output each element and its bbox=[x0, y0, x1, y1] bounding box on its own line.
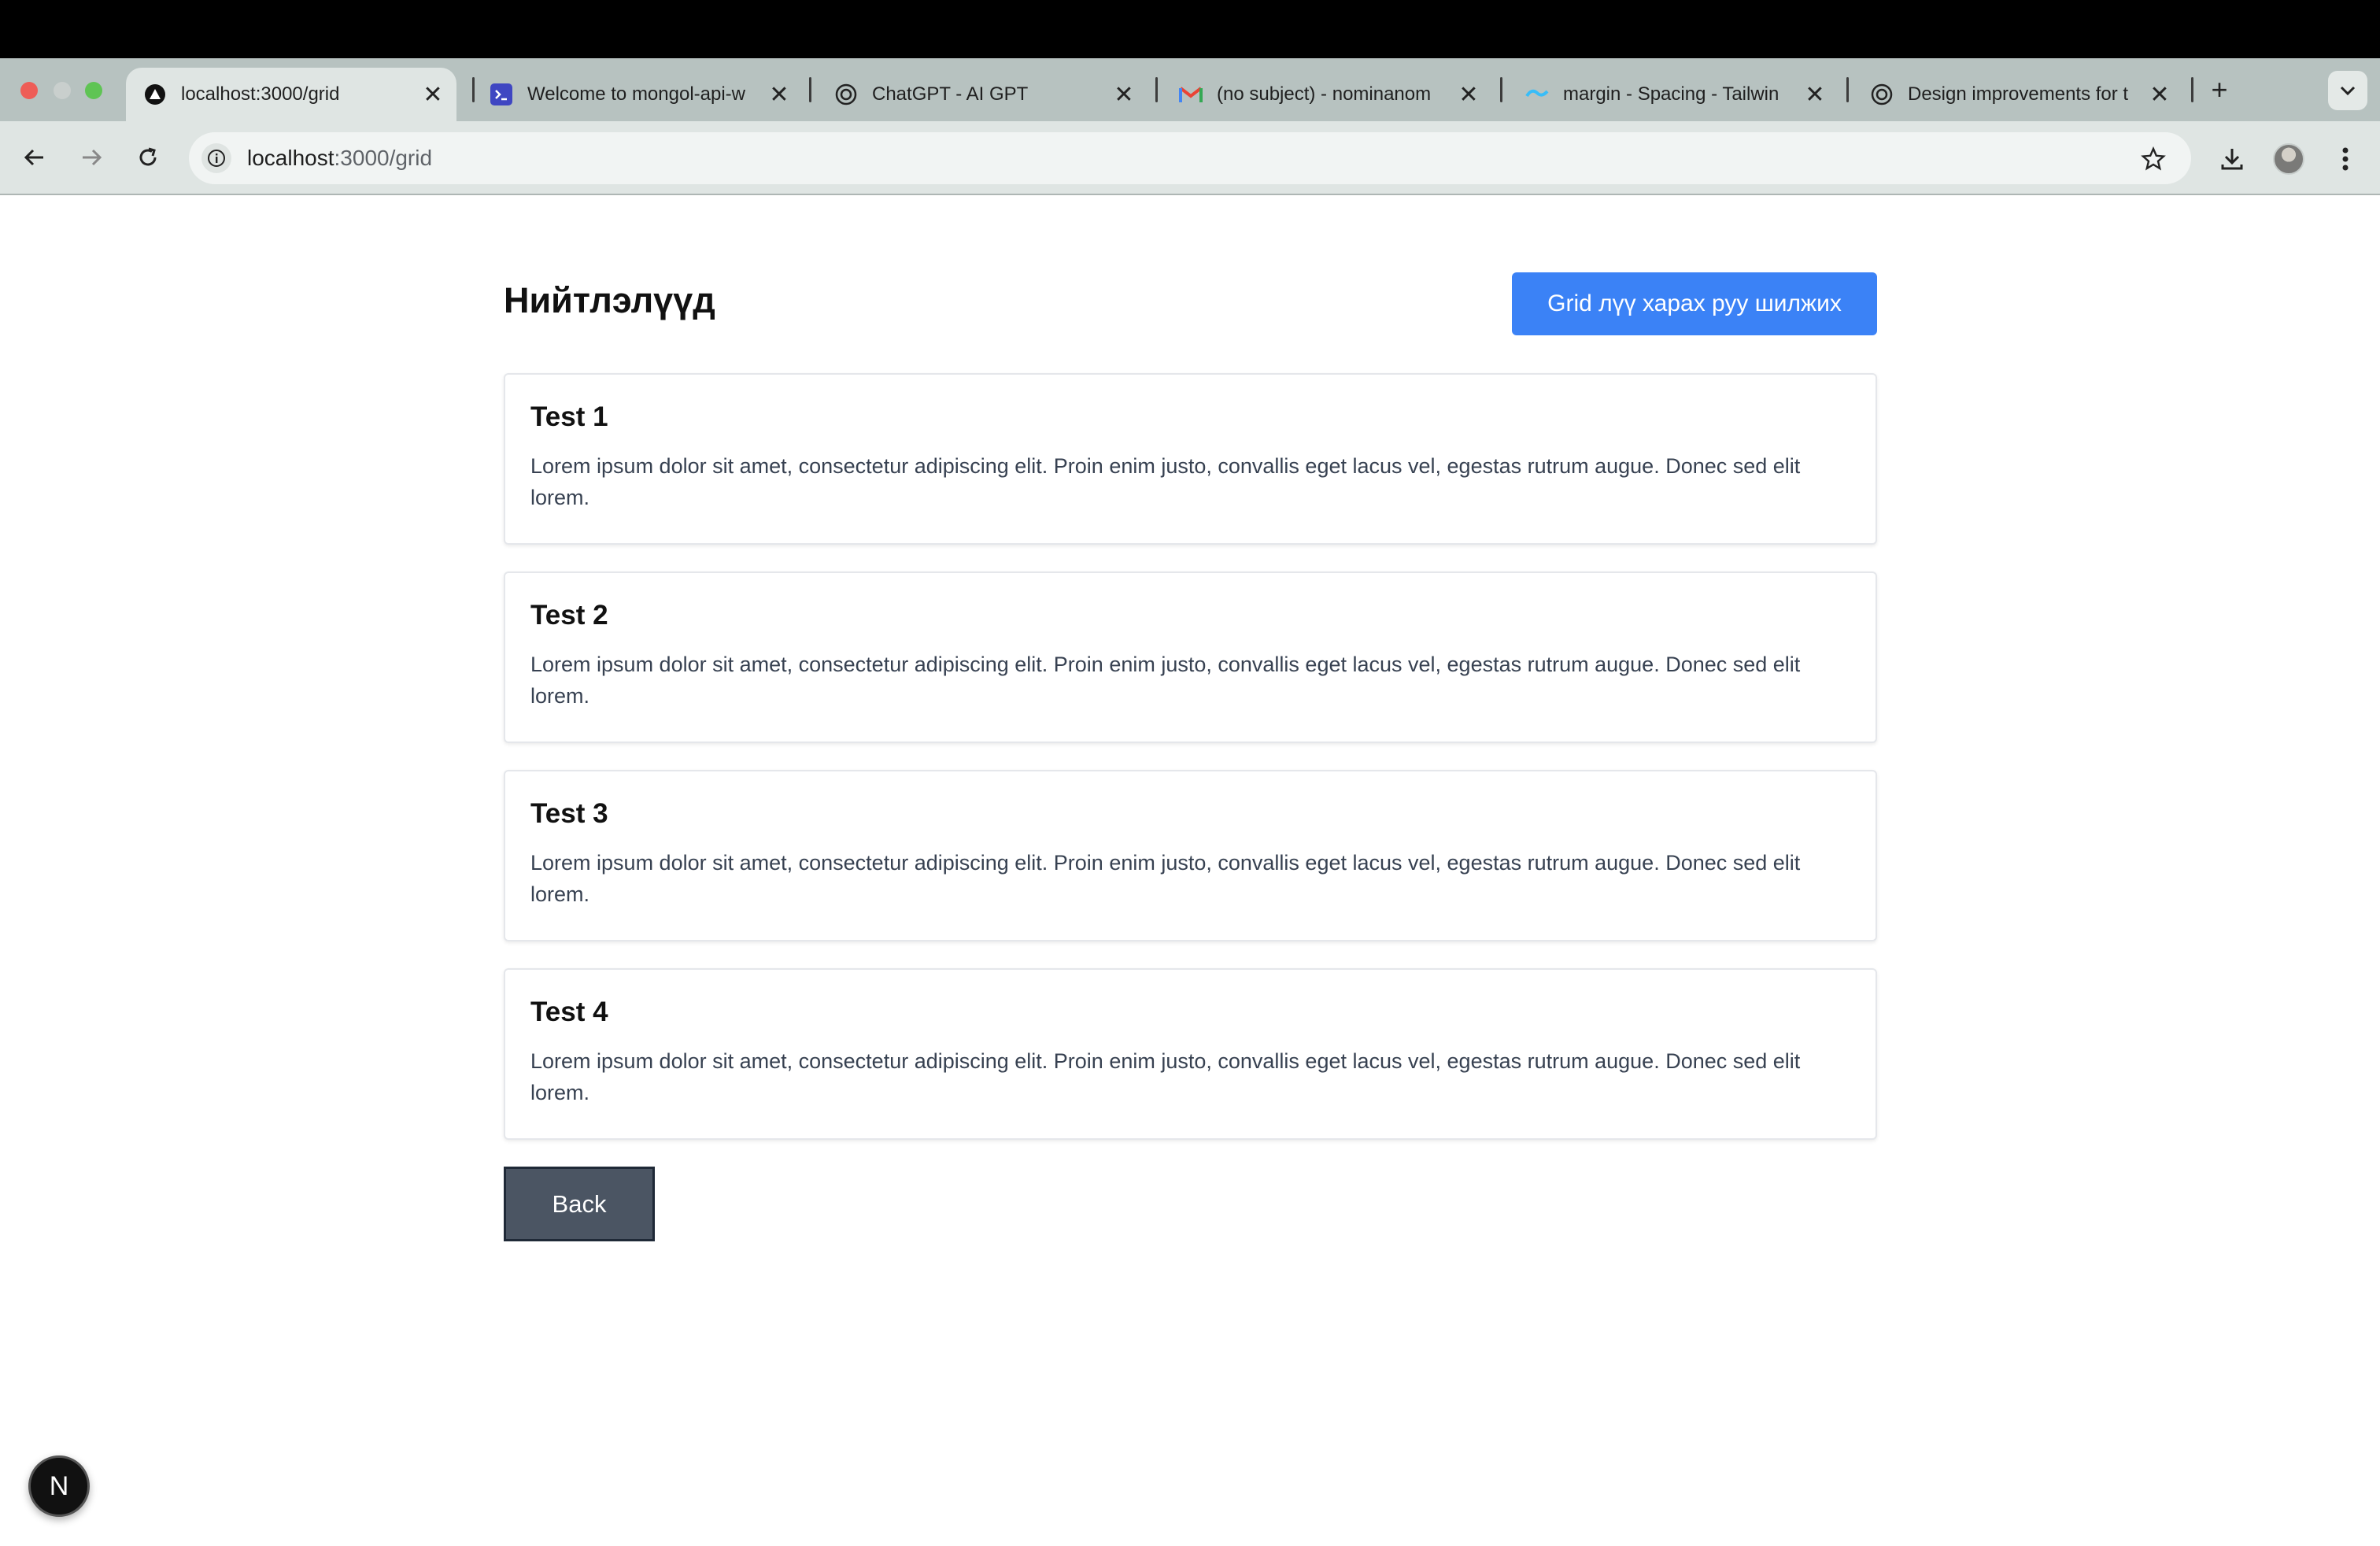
terminal-icon bbox=[490, 83, 513, 106]
close-icon[interactable]: ✕ bbox=[768, 81, 790, 109]
back-nav-button[interactable] bbox=[17, 140, 52, 175]
post-card: Test 1 Lorem ipsum dolor sit amet, conse… bbox=[504, 373, 1877, 545]
minimize-window-button[interactable] bbox=[54, 82, 71, 99]
post-body: Lorem ipsum dolor sit amet, consectetur … bbox=[530, 653, 1801, 708]
downloads-button[interactable] bbox=[2215, 142, 2249, 176]
close-icon[interactable]: ✕ bbox=[422, 81, 444, 109]
tab-design-improvements[interactable]: Design improvements for t ✕ bbox=[1853, 68, 2183, 121]
url-path: :3000/grid bbox=[334, 146, 433, 170]
tab-title: ChatGPT - AI GPT bbox=[872, 83, 1029, 105]
tab-title: localhost:3000/grid bbox=[181, 83, 340, 105]
reload-icon bbox=[139, 147, 157, 166]
tab-separator bbox=[1155, 77, 1158, 102]
tailwind-icon bbox=[1525, 83, 1549, 106]
kebab-menu-icon bbox=[2342, 147, 2349, 171]
close-icon[interactable]: ✕ bbox=[2149, 81, 2171, 109]
chevron-down-icon bbox=[2340, 86, 2356, 96]
maximize-window-button[interactable] bbox=[85, 82, 102, 99]
post-card: Test 3 Lorem ipsum dolor sit amet, conse… bbox=[504, 770, 1877, 941]
grid-view-button[interactable]: Grid лүү харах руу шилжих bbox=[1512, 272, 1877, 335]
back-button[interactable]: Back bbox=[504, 1167, 655, 1241]
arrow-right-icon bbox=[83, 149, 102, 166]
post-body: Lorem ipsum dolor sit amet, consectetur … bbox=[530, 1049, 1801, 1104]
tab-title: Welcome to mongol-api-w bbox=[527, 83, 745, 105]
tab-localhost-grid[interactable]: localhost:3000/grid ✕ bbox=[126, 68, 456, 121]
gmail-icon bbox=[1179, 83, 1203, 106]
browser-menu-button[interactable] bbox=[2328, 142, 2363, 176]
post-title: Test 4 bbox=[530, 997, 608, 1027]
post-title: Test 3 bbox=[530, 798, 608, 829]
post-card: Test 4 Lorem ipsum dolor sit amet, conse… bbox=[504, 968, 1877, 1140]
arrow-left-icon bbox=[24, 149, 43, 166]
post-body: Lorem ipsum dolor sit amet, consectetur … bbox=[530, 454, 1801, 509]
close-icon[interactable]: ✕ bbox=[1113, 81, 1135, 109]
tab-separator bbox=[2191, 77, 2193, 102]
download-icon bbox=[2221, 149, 2243, 170]
tab-separator bbox=[1846, 77, 1849, 102]
tab-title: margin - Spacing - Tailwin bbox=[1563, 83, 1779, 105]
tab-gmail[interactable]: (no subject) - nominanom ✕ bbox=[1162, 68, 1492, 121]
openai-icon bbox=[1870, 83, 1894, 106]
nextjs-dev-indicator[interactable]: N bbox=[28, 1455, 90, 1517]
tab-separator bbox=[809, 77, 811, 102]
close-window-button[interactable] bbox=[20, 82, 38, 99]
triangle-icon bbox=[143, 83, 167, 106]
info-icon bbox=[208, 150, 225, 167]
os-menu-bar bbox=[0, 0, 2380, 58]
tab-tailwind[interactable]: margin - Spacing - Tailwin ✕ bbox=[1508, 68, 1839, 121]
new-tab-button[interactable]: + bbox=[2204, 72, 2235, 107]
site-info-button[interactable] bbox=[201, 143, 231, 173]
tab-title: Design improvements for t bbox=[1908, 83, 2129, 105]
post-card: Test 2 Lorem ipsum dolor sit amet, conse… bbox=[504, 571, 1877, 743]
post-title: Test 2 bbox=[530, 600, 608, 631]
bookmark-button[interactable] bbox=[2136, 142, 2171, 176]
forward-nav-button[interactable] bbox=[74, 140, 109, 175]
close-icon[interactable]: ✕ bbox=[1804, 81, 1826, 109]
url-host: localhost bbox=[247, 146, 334, 170]
tab-mongol-api[interactable]: Welcome to mongol-api-w ✕ bbox=[472, 68, 803, 121]
post-body: Lorem ipsum dolor sit amet, consectetur … bbox=[530, 851, 1801, 906]
tab-chatgpt[interactable]: ChatGPT - AI GPT ✕ bbox=[817, 68, 1148, 121]
post-title: Test 1 bbox=[530, 401, 608, 432]
star-icon bbox=[2141, 146, 2166, 171]
page-title: Нийтлэлүүд bbox=[504, 280, 715, 320]
openai-icon bbox=[834, 83, 858, 106]
profile-avatar[interactable] bbox=[2273, 143, 2304, 175]
close-icon[interactable]: ✕ bbox=[1458, 81, 1480, 109]
tab-search-button[interactable] bbox=[2328, 71, 2367, 110]
address-bar[interactable] bbox=[189, 132, 2191, 184]
tab-title: (no subject) - nominanom bbox=[1217, 83, 1432, 105]
address-url[interactable]: localhost:3000/grid bbox=[247, 145, 432, 172]
reload-button[interactable] bbox=[131, 140, 165, 175]
nextjs-logo-icon: N bbox=[49, 1470, 69, 1501]
tab-separator bbox=[1500, 77, 1502, 102]
